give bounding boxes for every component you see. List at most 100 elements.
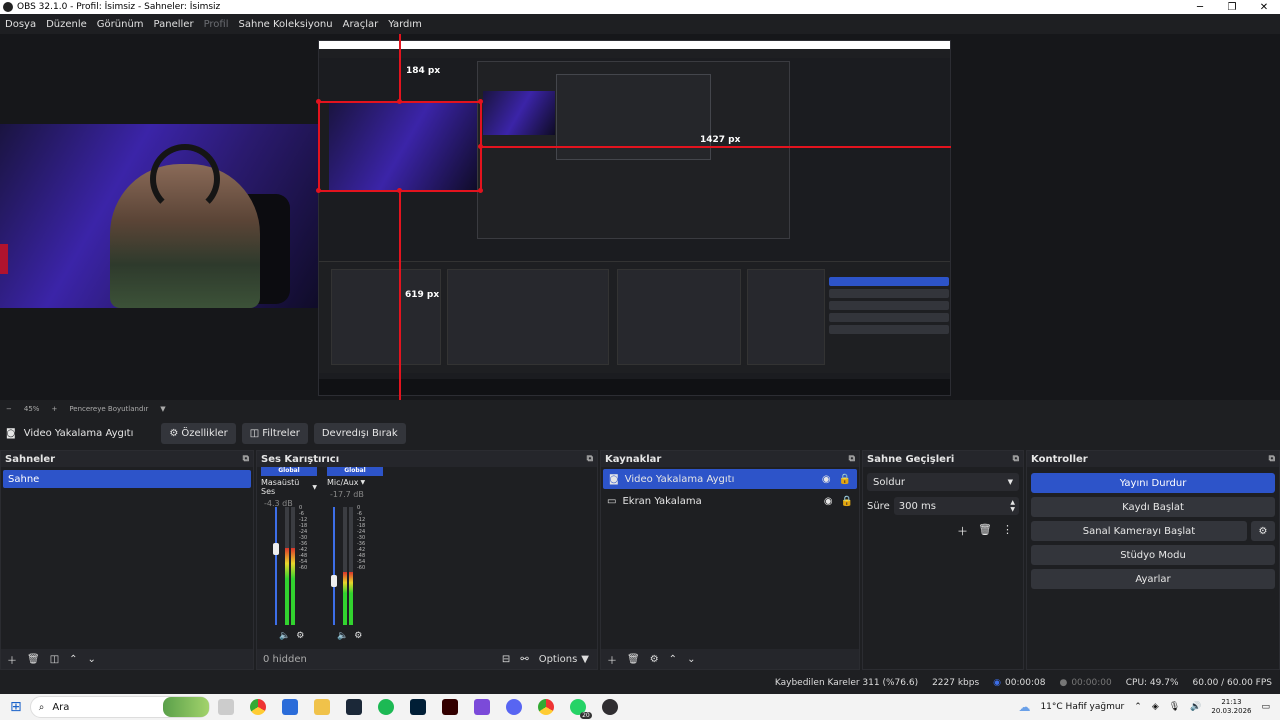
link-icon[interactable]: ⚯ — [520, 654, 528, 665]
screen-capture-source-preview[interactable] — [318, 40, 951, 396]
transition-select[interactable]: Soldur ▼ — [867, 473, 1019, 491]
taskbar-search[interactable]: ⌕ Ara — [29, 696, 210, 718]
arrow-down-icon[interactable]: ⌄ — [88, 654, 96, 665]
clock[interactable]: 21:13 20.03.2026 — [1211, 698, 1251, 716]
channel-name-dropdown[interactable]: Mic/Aux ▼ — [327, 478, 383, 487]
channel-name-dropdown[interactable]: Masaüstü Ses ▼ — [261, 478, 317, 496]
weather-text[interactable]: 11°C Hafif yağmur — [1040, 702, 1124, 712]
whatsapp-icon[interactable]: 20 — [569, 699, 592, 719]
camera-icon: ◙ — [6, 427, 16, 439]
trash-icon[interactable]: 🗑 — [627, 654, 640, 665]
more-icon[interactable]: ⋮ — [1002, 523, 1013, 539]
trash-icon[interactable]: 🗑 — [978, 523, 992, 539]
app-icon[interactable] — [473, 699, 490, 715]
minimize-icon[interactable]: ─ — [1184, 2, 1216, 13]
menu-docks[interactable]: Paneller — [154, 19, 194, 30]
filter-icon[interactable]: ◫ — [50, 654, 59, 665]
resize-handle[interactable] — [316, 99, 321, 104]
add-icon[interactable]: ＋ — [7, 652, 17, 667]
resize-handle[interactable] — [397, 99, 402, 104]
filters-button[interactable]: ◫ Filtreler — [241, 422, 308, 444]
resize-handle[interactable] — [478, 144, 483, 149]
zoom-out-icon[interactable]: − — [6, 405, 12, 413]
add-icon[interactable]: ＋ — [957, 523, 968, 539]
gear-icon[interactable]: ⚙ — [650, 654, 659, 665]
volume-icon[interactable]: 🔊 — [1190, 702, 1201, 712]
photoshop-icon[interactable] — [409, 699, 426, 715]
speaker-icon[interactable]: 🔈 — [279, 631, 290, 641]
task-view-icon[interactable] — [217, 699, 234, 715]
microphone-icon[interactable]: 🎙 — [1169, 702, 1180, 712]
obs-taskbar-icon[interactable] — [601, 699, 618, 715]
notification-icon[interactable]: ▭ — [1261, 702, 1270, 712]
nested-transitions-panel — [747, 269, 825, 365]
eye-icon[interactable]: ◉ — [824, 496, 833, 507]
maximize-icon[interactable]: ❐ — [1216, 2, 1248, 13]
menu-scene-collection[interactable]: Sahne Koleksiyonu — [239, 19, 333, 30]
menu-file[interactable]: Dosya — [5, 19, 36, 30]
speaker-icon[interactable]: 🔈 — [337, 631, 348, 641]
options-dropdown[interactable]: Options ▼ — [539, 654, 589, 665]
settings-button[interactable]: Ayarlar — [1031, 569, 1275, 589]
studio-mode-button[interactable]: Stüdyo Modu — [1031, 545, 1275, 565]
arrow-up-icon[interactable]: ⌃ — [669, 654, 677, 665]
close-icon[interactable]: ✕ — [1248, 2, 1280, 13]
steam-icon[interactable] — [345, 699, 362, 715]
volume-fader-handle[interactable] — [331, 575, 337, 587]
tray-chevron-icon[interactable]: ⌃ — [1134, 702, 1142, 712]
chrome-profile-icon[interactable] — [537, 699, 554, 715]
settings-icon[interactable]: ⚙ — [296, 631, 304, 641]
virtual-camera-button[interactable]: Sanal Kamerayı Başlat — [1031, 521, 1247, 541]
undock-icon[interactable]: ⧉ — [1013, 454, 1019, 464]
chevron-down-icon: ▼ — [312, 483, 317, 491]
volume-fader-track[interactable] — [333, 507, 335, 625]
menu-edit[interactable]: Düzenle — [46, 19, 87, 30]
spotify-icon[interactable] — [377, 699, 394, 715]
source-item[interactable]: ◙ Video Yakalama Aygıtı ◉ 🔒 — [603, 469, 857, 489]
deactivate-button[interactable]: Devredışı Bırak — [313, 422, 406, 444]
stop-stream-button[interactable]: Yayını Durdur — [1031, 473, 1275, 493]
preview-canvas[interactable]: 184 px 1427 px 619 px — [0, 34, 1280, 400]
store-icon[interactable] — [281, 699, 298, 715]
lock-icon[interactable]: 🔒 — [841, 496, 853, 507]
volume-fader-handle[interactable] — [273, 543, 279, 555]
trash-icon[interactable]: 🗑 — [27, 654, 40, 665]
undock-icon[interactable]: ⧉ — [849, 454, 855, 464]
resize-handle[interactable] — [478, 99, 483, 104]
webcam-source-preview[interactable] — [0, 124, 328, 308]
arrow-down-icon[interactable]: ⌄ — [687, 654, 695, 665]
undock-icon[interactable]: ⧉ — [243, 454, 249, 464]
discord-icon[interactable] — [505, 699, 522, 715]
settings-icon[interactable]: ⚙ — [354, 631, 362, 641]
menu-help[interactable]: Yardım — [388, 19, 422, 30]
source-item[interactable]: ▭ Ekran Yakalama ◉ 🔒 — [601, 491, 859, 511]
network-icon[interactable]: ◈ — [1152, 702, 1159, 712]
lock-icon[interactable]: 🔒 — [839, 474, 851, 485]
resize-handle[interactable] — [478, 188, 483, 193]
layout-icon[interactable]: ⊟ — [502, 654, 510, 665]
arrow-up-icon[interactable]: ⌃ — [69, 654, 77, 665]
illustrator-icon[interactable] — [441, 699, 458, 715]
virtual-camera-settings-gear-icon[interactable]: ⚙ — [1251, 521, 1275, 541]
zoom-in-icon[interactable]: + — [51, 405, 57, 413]
start-record-button[interactable]: Kaydı Başlat — [1031, 497, 1275, 517]
scene-item[interactable]: Sahne — [3, 470, 251, 488]
windows-start-icon[interactable]: ⊞ — [10, 699, 22, 715]
undock-icon[interactable]: ⧉ — [1269, 454, 1275, 464]
duration-spinbox[interactable]: 300 ms ▲ ▼ — [893, 497, 1019, 515]
chrome-icon[interactable] — [249, 699, 266, 715]
volume-fader-track[interactable] — [275, 507, 277, 625]
chevron-down-icon[interactable]: ▼ — [160, 405, 165, 413]
resize-handle[interactable] — [397, 188, 402, 193]
menu-view[interactable]: Görünüm — [97, 19, 144, 30]
add-icon[interactable]: ＋ — [607, 652, 617, 667]
resize-handle[interactable] — [316, 188, 321, 193]
eye-icon[interactable]: ◉ — [822, 474, 831, 485]
spin-arrows-icon[interactable]: ▲ ▼ — [1010, 499, 1015, 513]
menu-tools[interactable]: Araçlar — [343, 19, 379, 30]
undock-icon[interactable]: ⧉ — [587, 454, 593, 464]
menu-profile[interactable]: Profil — [204, 19, 229, 30]
properties-button[interactable]: ⚙ Özellikler — [161, 422, 236, 444]
fit-to-window-label[interactable]: Pencereye Boyutlandır — [69, 405, 148, 413]
file-explorer-icon[interactable] — [313, 699, 330, 715]
